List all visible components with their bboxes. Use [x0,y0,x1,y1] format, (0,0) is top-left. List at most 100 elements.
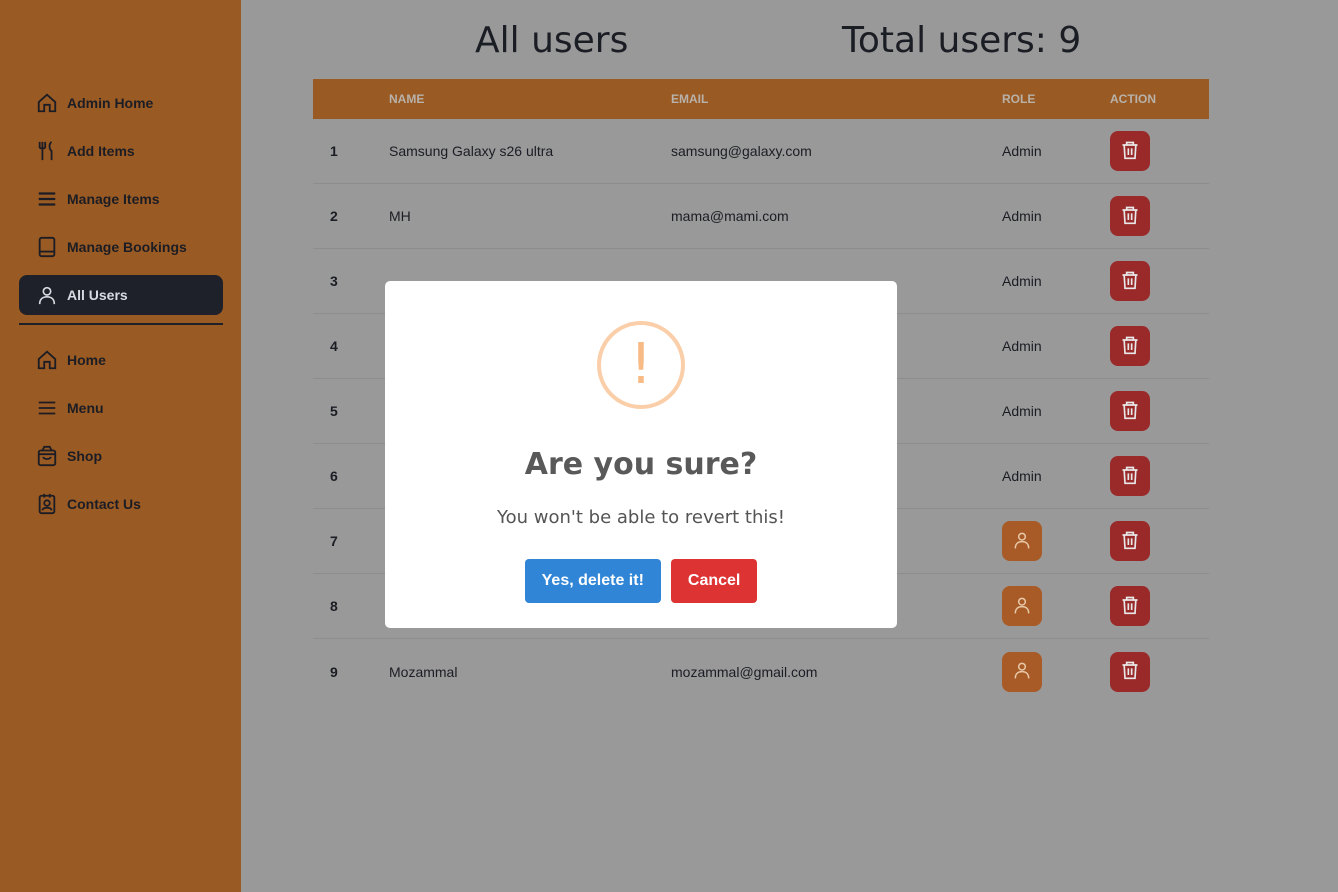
user-role: Admin [1002,273,1042,289]
user-icon [1012,659,1032,684]
action-cell [1110,521,1209,561]
delete-user-button[interactable] [1110,196,1150,236]
sidebar-item-manage-bookings[interactable]: Manage Bookings [19,227,223,267]
make-admin-button[interactable] [1002,586,1042,626]
utensils-icon [35,139,59,163]
sidebar-item-label: Admin Home [67,95,154,111]
sidebar-item-manage-items[interactable]: Manage Items [19,179,223,219]
trash-icon [1120,659,1140,684]
delete-user-button[interactable] [1110,586,1150,626]
book-icon [35,235,59,259]
user-email: mama@mami.com [671,208,789,224]
trash-icon [1120,594,1140,619]
sidebar-item-label: Manage Items [67,191,160,207]
delete-user-button[interactable] [1110,261,1150,301]
table-row: 1 Samsung Galaxy s26 ultra samsung@galaxy.… [313,119,1209,184]
dialog-title: Are you sure? [524,447,758,482]
dialog-actions: Yes, delete it! Cancel [385,559,897,603]
user-email: mozammal@gmail.com [671,663,818,680]
trash-icon [1120,139,1140,164]
sidebar-item-admin-home[interactable]: Admin Home [19,83,223,123]
table-row: 9 Mozammal mozammal@gmail.com [313,639,1209,704]
action-cell [1110,326,1209,366]
sidebar-item-label: Manage Bookings [67,239,187,255]
action-cell [1110,586,1209,626]
page-title: All users [475,20,629,61]
row-index: 4 [330,338,338,354]
table-row: 2 MH mama@mami.com Admin [313,184,1209,249]
sidebar-item-label: All Users [67,287,128,303]
role-cell [1002,651,1110,692]
role-cell [1002,521,1110,561]
trash-icon [1120,334,1140,359]
sidebar-item-shop[interactable]: Shop [19,436,223,476]
user-role: Admin [1002,143,1042,159]
sidebar-item-label: Menu [67,400,104,416]
contact-card-icon [35,492,59,516]
row-index: 8 [330,598,338,614]
cancel-button[interactable]: Cancel [670,559,758,603]
user-role: Admin [1002,338,1042,354]
trash-icon [1120,269,1140,294]
warning-icon: ! [597,321,685,409]
confirm-dialog: ! Are you sure? You won't be able to rev… [385,281,897,628]
sidebar-nav: Admin Home Add Items Manage Items Manage… [19,83,223,532]
sidebar-divider [19,323,223,325]
total-users-count: Total users: 9 [842,20,1082,61]
delete-user-button[interactable] [1110,131,1150,171]
action-cell [1110,391,1209,431]
sidebar-item-menu[interactable]: Menu [19,388,223,428]
delete-user-button[interactable] [1110,651,1150,692]
action-cell [1110,456,1209,496]
action-cell [1110,196,1209,236]
delete-user-button[interactable] [1110,521,1150,561]
sidebar: Admin Home Add Items Manage Items Manage… [0,0,241,892]
delete-user-button[interactable] [1110,456,1150,496]
trash-icon [1120,529,1140,554]
row-index: 6 [330,468,338,484]
role-cell [1002,586,1110,626]
column-header-role: ROLE [1002,92,1036,106]
list-icon [35,187,59,211]
delete-user-button[interactable] [1110,391,1150,431]
user-icon [35,283,59,307]
user-email: samsung@galaxy.com [671,143,812,159]
sidebar-item-contact-us[interactable]: Contact Us [19,484,223,524]
list-icon [35,396,59,420]
user-icon [1012,529,1032,554]
table-header: NAME EMAIL ROLE ACTION [313,79,1209,119]
sidebar-item-add-items[interactable]: Add Items [19,131,223,171]
row-index: 1 [330,143,338,159]
delete-user-button[interactable] [1110,326,1150,366]
sidebar-item-label: Home [67,352,106,368]
row-index: 5 [330,403,338,419]
user-role: Admin [1002,403,1042,419]
row-index: 2 [330,208,338,224]
sidebar-item-all-users[interactable]: All Users [19,275,223,315]
column-header-name: NAME [389,92,425,106]
confirm-delete-button[interactable]: Yes, delete it! [524,559,661,603]
home-icon [35,348,59,372]
make-admin-button[interactable] [1002,521,1042,561]
shopping-bag-icon [35,444,59,468]
make-admin-button[interactable] [1002,651,1042,692]
trash-icon [1120,204,1140,229]
row-index: 7 [330,533,338,549]
sidebar-item-label: Contact Us [67,496,141,512]
sidebar-item-label: Shop [67,448,102,464]
sidebar-item-label: Add Items [67,143,135,159]
column-header-email: EMAIL [671,92,709,106]
user-role: Admin [1002,208,1042,224]
home-icon [35,91,59,115]
user-icon [1012,594,1032,619]
user-name: MH [389,208,411,224]
action-cell [1110,651,1209,692]
row-index: 3 [330,273,338,289]
sidebar-item-home[interactable]: Home [19,340,223,380]
action-cell [1110,131,1209,171]
dialog-message: You won't be able to revert this! [497,507,785,528]
user-name: Samsung Galaxy s26 ultra [389,143,554,159]
column-header-action: ACTION [1110,92,1156,106]
action-cell [1110,261,1209,301]
user-name: Mozammal [389,663,458,680]
